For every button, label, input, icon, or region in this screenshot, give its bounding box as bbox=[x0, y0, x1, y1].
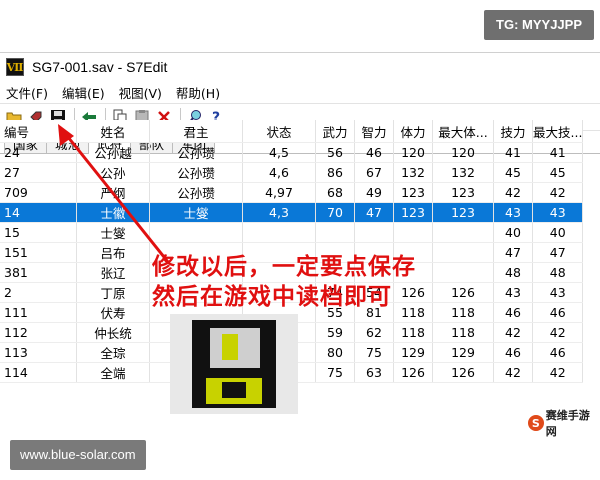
annotation-line-2: 然后在游戏中读档即可 bbox=[152, 284, 392, 310]
logo-mark-icon: S bbox=[528, 415, 544, 431]
annotation-text: 修改以后，一定要点保存 然后在游戏中读档即可 bbox=[152, 252, 416, 312]
red-arrow-annotation bbox=[58, 124, 170, 263]
watermark: www.blue-solar.com bbox=[10, 440, 146, 470]
save-icon-zoom bbox=[170, 314, 298, 414]
logo-text: 赛维手游网 bbox=[545, 409, 590, 438]
site-logo: S 赛维手游网 bbox=[528, 407, 600, 439]
floppy-disk-icon bbox=[192, 320, 276, 408]
annotation-line-1: 修改以后，一定要点保存 bbox=[152, 254, 416, 280]
